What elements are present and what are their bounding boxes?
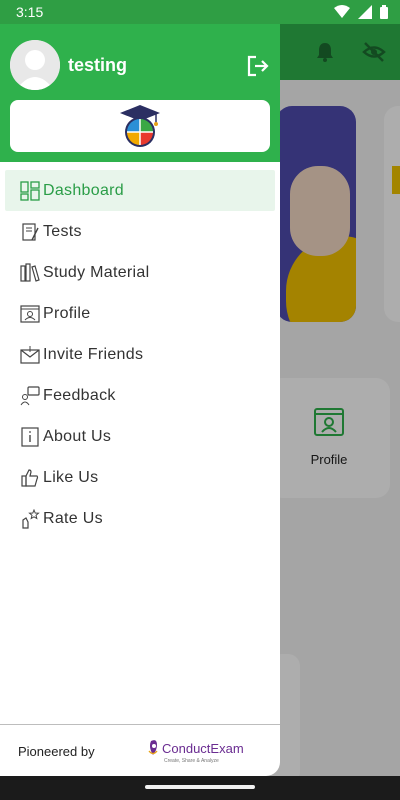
info-icon — [20, 426, 40, 447]
menu-item-invite-friends[interactable]: Invite Friends — [0, 334, 280, 375]
signal-icon — [358, 5, 372, 19]
user-avatar-icon — [10, 40, 60, 90]
menu-label: Tests — [43, 222, 82, 240]
books-icon — [20, 262, 40, 283]
app-logo — [10, 100, 270, 152]
drawer-footer: Pioneered by ConductExam Create, Share &… — [0, 724, 280, 776]
like-icon — [20, 468, 40, 488]
logout-icon[interactable] — [246, 54, 270, 78]
brand-tagline: Create, Share & Analyze — [164, 758, 219, 764]
username: testing — [68, 55, 128, 75]
menu-label: Study Material — [43, 263, 150, 281]
battery-icon — [380, 5, 388, 19]
navigation-drawer: testing Dashboard Tests Study Material P… — [0, 0, 280, 776]
menu-label: About Us — [43, 427, 112, 445]
status-time: 3:15 — [16, 4, 44, 20]
tests-icon — [20, 222, 40, 242]
pioneered-by-label: Pioneered by — [18, 744, 95, 759]
feedback-icon — [20, 385, 40, 406]
home-gesture-handle[interactable] — [145, 785, 255, 789]
menu-item-feedback[interactable]: Feedback — [0, 375, 280, 416]
system-navigation-bar — [0, 776, 400, 800]
brand-name: ConductExam — [162, 741, 244, 756]
drawer-menu: Dashboard Tests Study Material Profile I… — [0, 170, 280, 539]
menu-item-about-us[interactable]: About Us — [0, 416, 280, 457]
graduation-cap-logo-icon — [120, 105, 160, 147]
menu-item-like-us[interactable]: Like Us — [0, 457, 280, 498]
menu-label: Profile — [43, 304, 91, 322]
rate-icon — [20, 508, 40, 529]
menu-label: Dashboard — [43, 181, 124, 199]
menu-label: Like Us — [43, 468, 99, 486]
profile-icon — [20, 304, 40, 324]
invite-icon — [20, 345, 40, 365]
menu-item-tests[interactable]: Tests — [0, 211, 280, 252]
menu-label: Feedback — [43, 386, 116, 404]
status-bar: 3:15 — [0, 0, 400, 24]
wifi-icon — [334, 5, 350, 18]
menu-item-profile[interactable]: Profile — [0, 293, 280, 334]
menu-item-study-material[interactable]: Study Material — [0, 252, 280, 293]
conductexam-logo[interactable]: ConductExam Create, Share & Analyze — [148, 739, 252, 765]
dashboard-icon — [20, 180, 40, 201]
avatar[interactable] — [10, 40, 60, 90]
menu-item-rate-us[interactable]: Rate Us — [0, 498, 280, 539]
drawer-header: testing — [0, 0, 280, 162]
menu-label: Rate Us — [43, 509, 103, 527]
menu-item-dashboard[interactable]: Dashboard — [5, 170, 275, 211]
menu-label: Invite Friends — [43, 345, 144, 363]
